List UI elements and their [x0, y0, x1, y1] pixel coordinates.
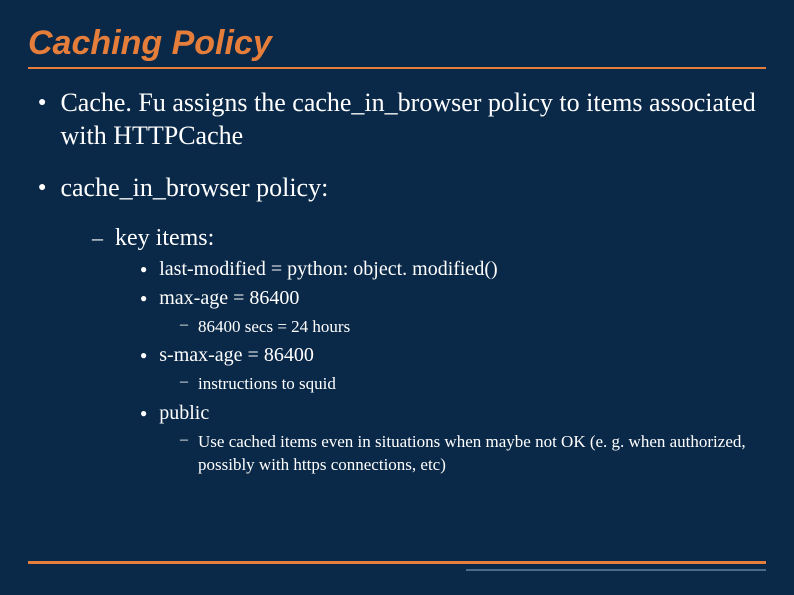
footer-divider [0, 561, 794, 571]
bullet-level3: ● max-age = 86400 [28, 287, 766, 310]
bullet-level4: – instructions to squid [28, 373, 766, 396]
bullet-level1: ● cache_in_browser policy: – key items: … [28, 172, 766, 477]
bullet-text: last-modified = python: object. modified… [159, 258, 497, 281]
bullet-dash-icon: – [180, 316, 188, 334]
bullet-dash-icon: – [92, 225, 103, 251]
bullet-list: ● Cache. Fu assigns the cache_in_browser… [28, 87, 766, 477]
bullet-level4: – Use cached items even in situations wh… [28, 431, 766, 477]
bullet-level1: ● Cache. Fu assigns the cache_in_browser… [28, 87, 766, 152]
bullet-text: max-age = 86400 [159, 287, 299, 310]
footer-line-secondary [466, 569, 766, 571]
bullet-dot-icon: ● [140, 348, 147, 363]
bullet-level3: ● s-max-age = 86400 [28, 344, 766, 367]
bullet-text: public [159, 402, 209, 425]
bullet-text: s-max-age = 86400 [159, 344, 314, 367]
bullet-dot-icon: ● [38, 89, 46, 117]
bullet-dot-icon: ● [140, 262, 147, 277]
bullet-dot-icon: ● [38, 174, 46, 202]
footer-line-primary [28, 561, 766, 564]
bullet-level3: ● public [28, 402, 766, 425]
bullet-level3: ● last-modified = python: object. modifi… [28, 258, 766, 281]
bullet-dot-icon: ● [140, 406, 147, 421]
bullet-dash-icon: – [180, 373, 188, 391]
bullet-text: 86400 secs = 24 hours [198, 316, 350, 339]
bullet-text: Use cached items even in situations when… [198, 431, 766, 477]
bullet-text: cache_in_browser policy: [60, 172, 328, 205]
bullet-dash-icon: – [180, 431, 188, 449]
bullet-text: key items: [115, 225, 214, 252]
slide-title: Caching Policy [28, 24, 766, 69]
slide: Caching Policy ● Cache. Fu assigns the c… [0, 0, 794, 477]
bullet-level2: – key items: [28, 225, 766, 252]
bullet-dot-icon: ● [140, 291, 147, 306]
bullet-text: instructions to squid [198, 373, 336, 396]
bullet-text: Cache. Fu assigns the cache_in_browser p… [60, 87, 766, 152]
bullet-level4: – 86400 secs = 24 hours [28, 316, 766, 339]
